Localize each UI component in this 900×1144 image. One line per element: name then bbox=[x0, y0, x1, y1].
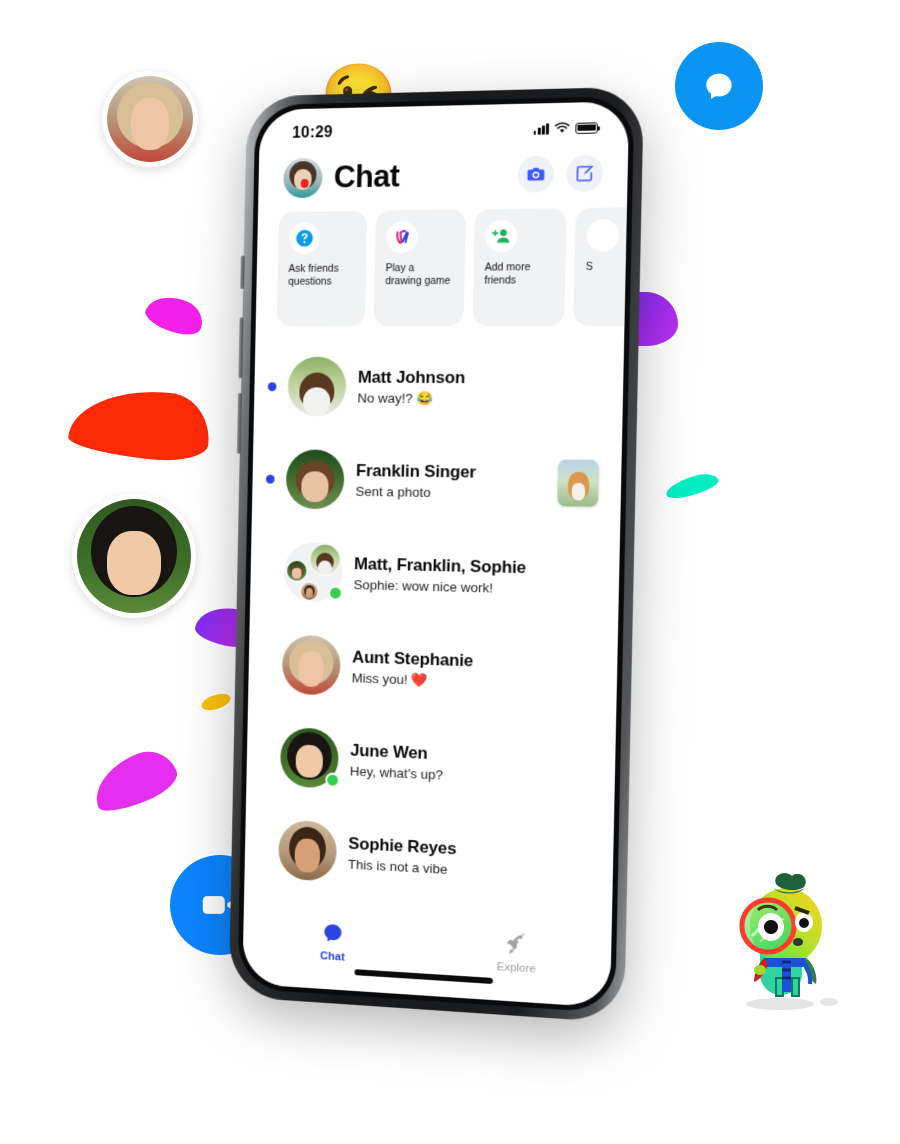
unread-indicator bbox=[265, 474, 275, 484]
chat-bubble-icon bbox=[324, 923, 342, 943]
avatar[interactable] bbox=[285, 449, 345, 510]
phone-bezel: 10:29 Chat Ask friends questions Play a … bbox=[237, 96, 635, 1014]
floating-avatar-stephanie bbox=[102, 71, 198, 167]
status-bar: 10:29 bbox=[259, 101, 629, 151]
nav-item-chat[interactable]: Chat bbox=[243, 915, 424, 969]
phone-frame: 10:29 Chat Ask friends questions Play a … bbox=[228, 86, 644, 1024]
rocket-icon bbox=[506, 931, 526, 954]
nav-label: Chat bbox=[319, 950, 345, 964]
nav-label: Explore bbox=[496, 961, 537, 976]
question-mark-icon bbox=[288, 222, 321, 255]
avatar[interactable] bbox=[279, 727, 341, 789]
chat-preview: No way!? 😂 bbox=[357, 390, 434, 406]
silent-switch[interactable] bbox=[240, 255, 245, 289]
add-person-icon bbox=[484, 219, 518, 253]
avatar[interactable] bbox=[281, 634, 341, 696]
status-clock: 10:29 bbox=[292, 124, 333, 142]
floating-chat-bubble-button[interactable] bbox=[675, 42, 763, 130]
chat-name: Franklin Singer bbox=[355, 461, 477, 482]
unread-indicator bbox=[267, 381, 277, 391]
chat-row[interactable]: June Wen Hey, what’s up? bbox=[246, 709, 616, 819]
card-label: S bbox=[585, 260, 594, 273]
page-title: Chat bbox=[333, 158, 400, 195]
card-label: Play a drawing game bbox=[385, 262, 451, 288]
partial-card-icon bbox=[586, 218, 620, 252]
squiggle-draw-icon bbox=[385, 221, 419, 254]
chat-preview: Sent a photo bbox=[355, 483, 431, 500]
chat-name: Matt, Franklin, Sophie bbox=[353, 554, 527, 578]
new-message-button[interactable] bbox=[565, 154, 604, 192]
card-add-more-friends[interactable]: Add more friends bbox=[472, 208, 567, 326]
avatar[interactable] bbox=[277, 819, 338, 882]
status-indicators bbox=[533, 121, 598, 135]
my-profile-avatar[interactable] bbox=[283, 157, 323, 199]
card-label: Add more friends bbox=[484, 261, 531, 287]
chat-bubble-icon bbox=[706, 73, 732, 99]
cyan-blob bbox=[663, 469, 721, 503]
nav-item-explore[interactable]: Explore bbox=[423, 926, 611, 981]
volume-up-button[interactable] bbox=[238, 317, 244, 379]
volume-down-button[interactable] bbox=[236, 392, 242, 454]
group-avatar[interactable] bbox=[283, 541, 343, 603]
card-ask-friends-questions[interactable]: Ask friends questions bbox=[276, 210, 368, 327]
chat-list[interactable]: Matt Johnson No way!? 😂 Franklin Singer … bbox=[244, 338, 624, 929]
detective-mascot-character bbox=[739, 873, 838, 1010]
chat-name: Matt Johnson bbox=[357, 367, 466, 387]
app-header: Chat bbox=[258, 144, 628, 208]
compose-icon bbox=[574, 163, 595, 184]
avatar[interactable] bbox=[287, 356, 347, 417]
cellular-bars-icon bbox=[533, 122, 550, 135]
phone-screen: 10:29 Chat Ask friends questions Play a … bbox=[242, 101, 630, 1008]
battery-full-icon bbox=[575, 121, 598, 134]
wifi-icon bbox=[554, 122, 571, 133]
magenta-blob-bottom bbox=[85, 742, 183, 819]
card-partial-next[interactable]: S bbox=[573, 206, 628, 326]
chat-row[interactable]: Franklin Singer Sent a photo bbox=[252, 432, 622, 531]
chat-row[interactable]: Aunt Stephanie Miss you! ❤️ bbox=[248, 617, 618, 723]
camera-icon bbox=[527, 167, 545, 181]
card-label: Ask friends questions bbox=[288, 262, 339, 288]
quick-action-cards[interactable]: Ask friends questions Play a drawing gam… bbox=[255, 203, 628, 338]
chat-preview: Sophie: wow nice work! bbox=[353, 577, 494, 596]
magenta-blob-top bbox=[141, 288, 209, 342]
chat-row[interactable]: Sophie Reyes This is not a vibe bbox=[244, 801, 614, 914]
card-play-drawing-game[interactable]: Play a drawing game bbox=[373, 209, 466, 327]
camera-button[interactable] bbox=[517, 155, 555, 193]
dog-photo-thumbnail[interactable] bbox=[557, 459, 600, 507]
chat-row[interactable]: Matt, Franklin, Sophie Sophie: wow nice … bbox=[250, 525, 620, 628]
phone-mockup: 10:29 Chat Ask friends questions Play a … bbox=[228, 86, 644, 1024]
floating-avatar-june bbox=[72, 494, 196, 618]
yellow-blob bbox=[199, 690, 233, 714]
chat-row[interactable]: Matt Johnson No way!? 😂 bbox=[254, 340, 625, 436]
scene: 😉 bbox=[0, 0, 900, 1144]
red-blob bbox=[66, 382, 214, 466]
online-status-dot bbox=[328, 585, 343, 601]
